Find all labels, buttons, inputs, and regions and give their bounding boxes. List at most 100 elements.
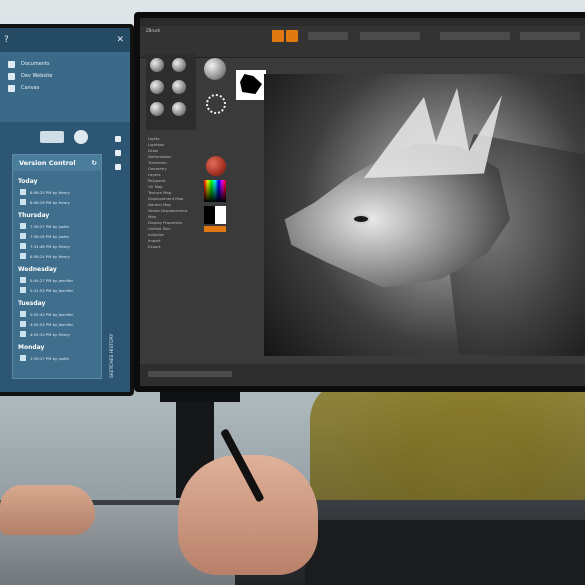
menu-bar [140, 18, 585, 26]
tool-menu-item[interactable]: Vector Displacement Map [148, 208, 196, 220]
draw-mode-button[interactable] [286, 30, 298, 42]
version-list: Today 8:08:25 PM by Henry 8:08:16 PM by He… [13, 171, 101, 365]
version-entry[interactable]: 7:31:48 PM by Henry [18, 241, 96, 251]
material-icon[interactable] [206, 156, 226, 176]
day-heading: Thursday [18, 212, 50, 219]
version-entry-label: 8:08:16 PM by Henry [30, 199, 70, 205]
file-row[interactable]: Canvas [8, 82, 120, 94]
brush-icon[interactable] [150, 80, 164, 94]
version-entry[interactable]: 1:59:37 PM by Justin [18, 353, 96, 363]
draw-size-slider[interactable] [520, 32, 580, 40]
version-entry[interactable]: 8:08:16 PM by Henry [18, 197, 96, 207]
version-control-title: Version Control [19, 159, 76, 167]
document-canvas[interactable] [264, 74, 585, 356]
folder-icon [8, 84, 15, 92]
file-icon [20, 277, 26, 283]
refresh-icon[interactable]: ↻ [92, 159, 97, 167]
project-dropdown[interactable] [40, 131, 64, 143]
left-toolbar: ? ✕ [0, 28, 130, 52]
focal-shift-slider[interactable] [440, 32, 510, 40]
file-icon [20, 189, 26, 195]
color-swatches[interactable] [204, 206, 226, 224]
version-entry-label: 4:55:53 PM by Jennifer [30, 321, 74, 327]
file-icon [20, 355, 26, 361]
brush-icon[interactable] [172, 102, 186, 116]
version-entry[interactable]: 7:36:18 PM by Justin [18, 231, 96, 241]
file-icon [20, 223, 26, 229]
tool-menu-list: Lights Lightbox Draw Deformation Transform Ge… [148, 136, 196, 250]
dragon-eye [352, 214, 370, 224]
left-monitor-screen: ? ✕ Documents Dev Website Canvas Version C… [0, 28, 130, 392]
file-icon [20, 233, 26, 239]
brush-icon[interactable] [150, 58, 164, 72]
current-brush-icon[interactable] [204, 58, 226, 80]
graphics-tablet [305, 520, 585, 585]
version-entry[interactable]: 4:55:10 PM by Henry [18, 329, 96, 339]
file-icon [20, 253, 26, 259]
day-heading: Tuesday [18, 300, 46, 307]
file-row[interactable]: Documents [8, 58, 120, 70]
user-avatar-icon[interactable] [74, 130, 88, 144]
share-icon[interactable] [115, 164, 121, 170]
version-control-panel: Version Control ↻ Today 8:08:25 PM by Hen… [12, 154, 102, 379]
file-icon [20, 311, 26, 317]
top-toolbar: ZBrush [140, 26, 585, 58]
version-entry[interactable]: 6:58:14 PM by Henry [18, 251, 96, 261]
app-title: ZBrush [146, 28, 161, 33]
day-heading: Wednesday [18, 266, 57, 273]
alpha-thumbnail[interactable] [236, 70, 266, 100]
brush-icon[interactable] [172, 80, 186, 94]
file-row[interactable]: Dev Website [8, 70, 120, 82]
timeline-bar[interactable] [148, 371, 232, 377]
version-control-header: Version Control ↻ [13, 155, 101, 171]
user-bar [0, 122, 130, 152]
photo-scene: ? ✕ Documents Dev Website Canvas Version C… [0, 0, 585, 585]
file-icon [20, 243, 26, 249]
question-icon[interactable]: ? [4, 35, 9, 45]
sculpting-app-window: ZBrush Lights Lightbox Draw Deformation Tran… [140, 18, 585, 386]
file-row-label: Documents [21, 61, 50, 67]
day-heading: Monday [18, 344, 45, 351]
version-entry[interactable]: 5:44:27 PM by Jennifer [18, 275, 96, 285]
version-entry[interactable]: 5:05:42 PM by Jennifer [18, 309, 96, 319]
edit-mode-button[interactable] [272, 30, 284, 42]
bookmark-icon[interactable] [115, 136, 121, 142]
file-icon [20, 321, 26, 327]
brush-icon[interactable] [172, 58, 186, 72]
left-monitor: ? ✕ Documents Dev Website Canvas Version C… [0, 24, 134, 396]
file-icon [20, 199, 26, 205]
bottom-shelf [140, 364, 585, 386]
file-icon [20, 331, 26, 337]
file-icon [20, 287, 26, 293]
file-row-label: Canvas [21, 85, 40, 91]
file-list: Documents Dev Website Canvas [0, 52, 130, 122]
stroke-icon[interactable] [206, 94, 226, 114]
side-icons [113, 128, 123, 178]
day-heading: Today [18, 178, 38, 185]
left-hand [0, 485, 95, 535]
version-entry-label: 7:31:48 PM by Henry [30, 243, 70, 249]
color-picker[interactable] [204, 180, 226, 202]
brush-palette [146, 54, 196, 130]
file-row-label: Dev Website [21, 73, 53, 79]
version-entry-label: 5:41:53 PM by Jennifer [30, 287, 74, 293]
folder-icon [8, 72, 15, 80]
version-entry-label: 4:55:10 PM by Henry [30, 331, 70, 337]
version-entry[interactable]: 5:41:53 PM by Jennifer [18, 285, 96, 295]
tool-menu-item[interactable]: Export [148, 244, 196, 250]
folder-icon [8, 60, 15, 68]
move-button[interactable] [308, 32, 348, 40]
version-entry-label: 5:44:27 PM by Jennifer [30, 277, 74, 283]
brush-icon[interactable] [150, 102, 164, 116]
version-entry[interactable]: 8:08:25 PM by Henry [18, 187, 96, 197]
close-icon[interactable]: ✕ [116, 35, 124, 45]
right-monitor: ZBrush Lights Lightbox Draw Deformation Tran… [134, 12, 585, 392]
comment-icon[interactable] [115, 150, 121, 156]
sketches-history-tab[interactable]: SKETCHES HISTORY [110, 318, 120, 378]
accent-swatch[interactable] [204, 226, 226, 232]
version-entry-label: 6:58:14 PM by Henry [30, 253, 70, 259]
mrgb-button[interactable] [360, 32, 420, 40]
version-entry[interactable]: 7:36:27 PM by Justin [18, 221, 96, 231]
version-entry[interactable]: 4:55:53 PM by Jennifer [18, 319, 96, 329]
version-entry-label: 1:59:37 PM by Justin [30, 355, 69, 361]
